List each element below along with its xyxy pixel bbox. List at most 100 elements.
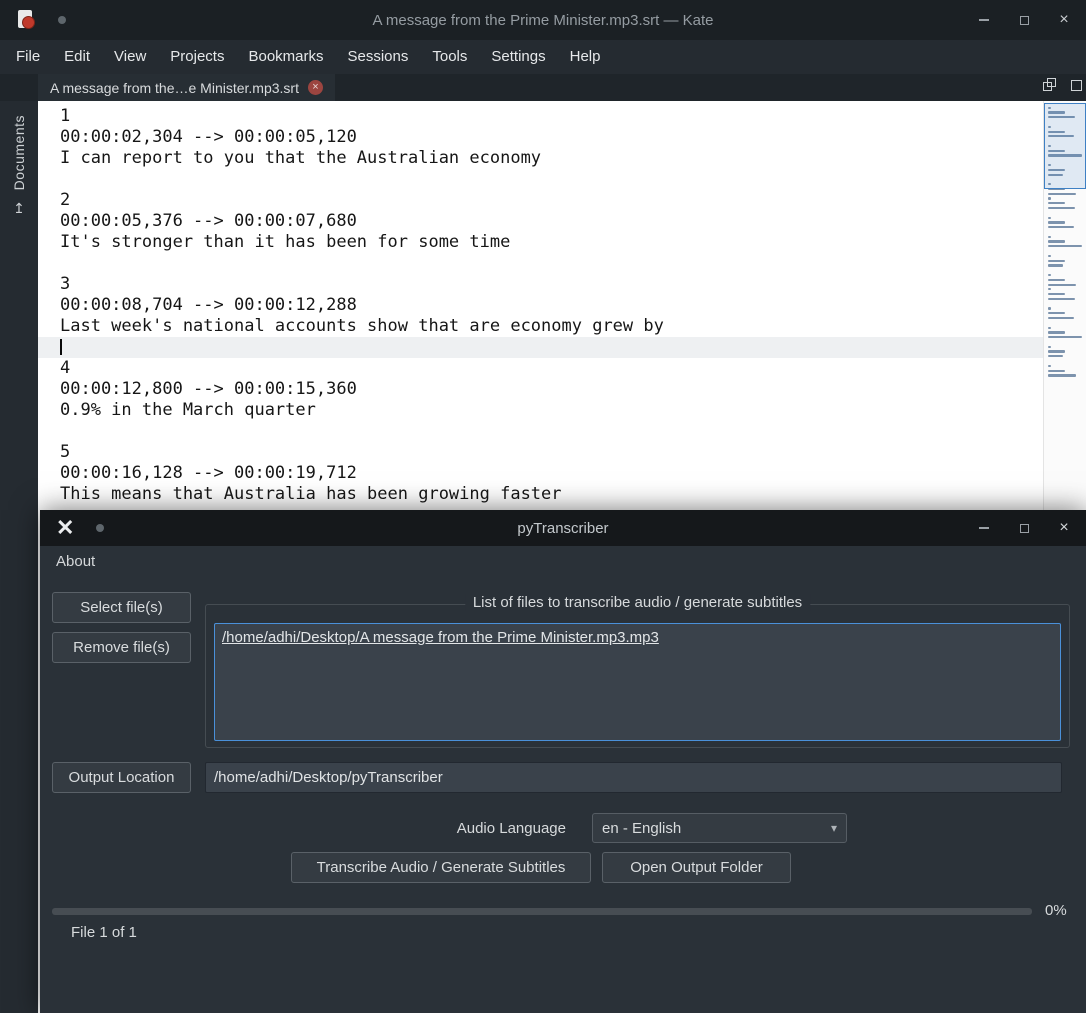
minimap-line [1048, 212, 1051, 214]
indicator-dot [96, 524, 105, 532]
new-tab-icon[interactable] [1068, 78, 1084, 94]
minimap-line [1048, 259, 1065, 262]
maximize-button[interactable] [1016, 12, 1032, 28]
editor-line[interactable]: 0.9% in the March quarter [38, 400, 1043, 421]
menu-bookmarks[interactable]: Bookmarks [236, 40, 335, 74]
document-tab-label: A message from the…e Minister.mp3.srt [50, 79, 299, 96]
editor-line[interactable] [38, 421, 1043, 442]
minimap-line [1048, 303, 1051, 305]
pytranscriber-window: ✕ pyTranscriber × About Select file(s) R… [40, 510, 1086, 1013]
minimap-line [1048, 264, 1063, 267]
editor-line[interactable]: It's stronger than it has been for some … [38, 232, 1043, 253]
duplicate-tab-icon[interactable] [1042, 78, 1058, 94]
minimap-line [1048, 273, 1051, 277]
kate-app-icon-badge [22, 16, 35, 29]
menu-settings[interactable]: Settings [479, 40, 557, 74]
progress-percent: 0% [1045, 902, 1067, 919]
file-counter: File 1 of 1 [71, 924, 137, 941]
transcribe-button[interactable]: Transcribe Audio / Generate Subtitles [291, 852, 591, 883]
editor-line[interactable]: 00:00:05,376 --> 00:00:07,680 [38, 211, 1043, 232]
desktop: A message from the Prime Minister.mp3.sr… [0, 0, 1086, 1013]
close-button[interactable]: × [1056, 520, 1072, 536]
list-item[interactable]: /home/adhi/Desktop/A message from the Pr… [222, 628, 1053, 648]
minimap-line [1048, 293, 1065, 296]
editor-line[interactable] [38, 169, 1043, 190]
menu-projects[interactable]: Projects [158, 40, 236, 74]
editor-line[interactable]: 5 [38, 442, 1043, 463]
audio-language-select[interactable]: en - English ▾ [592, 813, 847, 843]
output-location-field[interactable]: /home/adhi/Desktop/pyTranscriber [205, 762, 1062, 793]
menu-tools[interactable]: Tools [420, 40, 479, 74]
minimize-button[interactable] [976, 520, 992, 536]
files-groupbox-label: List of files to transcribe audio / gene… [464, 594, 811, 611]
select-files-button[interactable]: Select file(s) [52, 592, 191, 623]
minimap-line [1048, 240, 1065, 243]
minimap-line [1048, 254, 1051, 257]
minimap-viewport[interactable] [1044, 103, 1086, 189]
editor-line[interactable]: This means that Australia has been growi… [38, 484, 1043, 505]
kate-left-dock: Documents ↥ [0, 101, 38, 1013]
audio-language-value: en - English [602, 819, 682, 837]
minimap-line [1048, 374, 1077, 377]
editor-line[interactable]: 00:00:12,800 --> 00:00:15,360 [38, 379, 1043, 400]
minimap-line [1048, 364, 1051, 367]
editor-line[interactable]: 3 [38, 274, 1043, 295]
editor-line[interactable]: 2 [38, 190, 1043, 211]
editor-line[interactable]: 00:00:16,128 --> 00:00:19,712 [38, 463, 1043, 484]
audio-language-label: Audio Language [456, 820, 566, 837]
minimap-line [1048, 369, 1065, 372]
editor-line[interactable]: 4 [38, 358, 1043, 379]
menu-sessions[interactable]: Sessions [336, 40, 421, 74]
minimap-line [1048, 331, 1065, 334]
kate-titlebar: A message from the Prime Minister.mp3.sr… [0, 0, 1086, 40]
files-groupbox: List of files to transcribe audio / gene… [205, 594, 1070, 748]
minimap-line [1048, 226, 1074, 229]
menu-help[interactable]: Help [558, 40, 613, 74]
minimap-line [1048, 192, 1077, 195]
editor-line[interactable] [38, 253, 1043, 274]
minimize-button[interactable] [976, 12, 992, 28]
kate-menubar: File Edit View Projects Bookmarks Sessions Too… [0, 40, 1086, 74]
editor-line[interactable]: Last week's national accounts show that … [38, 316, 1043, 337]
kate-app-icon [16, 10, 36, 30]
pytranscriber-app-icon: ✕ [56, 515, 75, 540]
menu-view[interactable]: View [102, 40, 158, 74]
maximize-icon [1019, 15, 1029, 25]
minimap-line [1048, 197, 1051, 200]
minimap-line [1048, 312, 1065, 315]
minimap-line [1048, 326, 1051, 329]
minimap-line [1048, 288, 1051, 291]
editor-line[interactable]: 1 [38, 106, 1043, 127]
maximize-button[interactable] [1016, 520, 1032, 536]
editor-line[interactable]: 00:00:08,704 --> 00:00:12,288 [38, 295, 1043, 316]
document-tab[interactable]: A message from the…e Minister.mp3.srt × [38, 74, 335, 101]
close-icon: × [1059, 519, 1069, 536]
menu-about[interactable]: About [40, 546, 111, 578]
minimize-icon [979, 527, 989, 529]
minimap-line [1048, 307, 1051, 310]
minimap-line [1048, 336, 1082, 339]
minimap-line [1048, 345, 1051, 348]
minimap-line [1048, 269, 1051, 271]
progress-bar [52, 908, 1032, 915]
tab-close-button[interactable]: × [307, 80, 323, 95]
minimap-line [1048, 221, 1065, 224]
editor-line[interactable] [38, 337, 1043, 358]
close-button[interactable]: × [1056, 12, 1072, 28]
output-location-button[interactable]: Output Location [52, 762, 191, 793]
remove-files-button[interactable]: Remove file(s) [52, 632, 191, 663]
text-cursor [60, 339, 62, 355]
open-output-folder-button[interactable]: Open Output Folder [602, 852, 791, 883]
close-icon: × [1059, 11, 1069, 28]
editor-line[interactable]: 00:00:02,304 --> 00:00:05,120 [38, 127, 1043, 148]
file-list[interactable]: /home/adhi/Desktop/A message from the Pr… [214, 623, 1061, 741]
tab-close-icon: × [312, 81, 319, 93]
editor-line[interactable]: I can report to you that the Australian … [38, 148, 1043, 169]
menu-edit[interactable]: Edit [52, 40, 102, 74]
pytranscriber-menubar: About [40, 546, 1086, 578]
minimize-icon [979, 19, 989, 21]
minimap-line [1048, 207, 1076, 210]
minimap-line [1048, 202, 1065, 205]
menu-file[interactable]: File [4, 40, 52, 74]
sidebar-item-documents[interactable]: Documents [11, 115, 27, 190]
